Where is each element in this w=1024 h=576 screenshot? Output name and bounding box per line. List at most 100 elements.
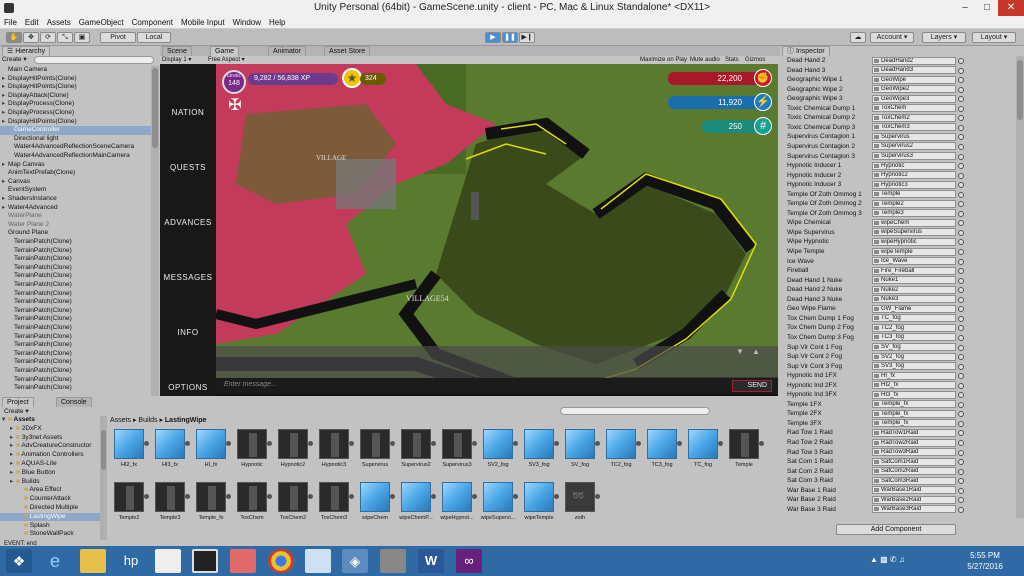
object-picker-icon[interactable] xyxy=(958,420,964,427)
menu-file[interactable]: File xyxy=(0,16,21,29)
hierarchy-item[interactable]: TerrainPatch(Clone) xyxy=(0,333,152,342)
asset-expand-icon[interactable] xyxy=(349,494,354,499)
hierarchy-item[interactable]: Water4AdvancedReflectionSceneCamera xyxy=(0,143,152,152)
inspector-object-field[interactable]: Temple_fx xyxy=(872,419,956,428)
object-picker-icon[interactable] xyxy=(958,77,964,84)
hierarchy-item[interactable]: TerrainPatch(Clone) xyxy=(0,376,152,385)
asset-item[interactable]: Hypnotic3 xyxy=(315,427,354,477)
tab-asset-store[interactable]: Asset Store xyxy=(324,46,371,56)
inspector-object-field[interactable]: Hypnotic2 xyxy=(872,171,956,180)
object-picker-icon[interactable] xyxy=(958,344,964,351)
hierarchy-item[interactable]: ▸ DisplayProcess(Clone) xyxy=(0,109,152,118)
hierarchy-item[interactable]: ▸ DisplayAttack(Clone) xyxy=(0,92,152,101)
asset-expand-icon[interactable] xyxy=(554,494,559,499)
inspector-object-field[interactable]: Supervirus xyxy=(872,132,956,141)
asset-item[interactable]: Temple2 xyxy=(110,480,149,530)
inspector-object-field[interactable]: DeadHand3 xyxy=(872,66,956,75)
game-app-icon[interactable] xyxy=(380,549,406,573)
inspector-object-field[interactable]: GW_Flame xyxy=(872,304,956,313)
inspector-object-field[interactable]: Supervirus3 xyxy=(872,152,956,160)
object-picker-icon[interactable] xyxy=(958,325,964,332)
asset-item[interactable]: SV3_fog xyxy=(520,427,559,477)
pivot-toggle[interactable]: Pivot xyxy=(100,32,136,43)
inspector-scrollbar[interactable] xyxy=(1016,56,1024,518)
object-picker-icon[interactable] xyxy=(958,334,964,341)
object-picker-icon[interactable] xyxy=(958,124,964,131)
hierarchy-item[interactable]: TerrainPatch(Clone) xyxy=(0,341,152,350)
move-tool-button[interactable]: ✥ xyxy=(23,32,39,43)
explorer-icon[interactable] xyxy=(80,549,106,573)
inspector-object-field[interactable]: HI_fx xyxy=(872,371,956,380)
object-picker-icon[interactable] xyxy=(958,459,964,466)
hierarchy-create-button[interactable]: Create ▾ xyxy=(2,56,30,64)
object-picker-icon[interactable] xyxy=(958,287,964,294)
hierarchy-item[interactable]: TerrainPatch(Clone) xyxy=(0,350,152,359)
object-picker-icon[interactable] xyxy=(958,373,964,380)
chrome-icon[interactable] xyxy=(268,549,294,573)
inspector-object-field[interactable]: ToxChem3 xyxy=(872,123,956,132)
asset-expand-icon[interactable] xyxy=(390,441,395,446)
inspector-object-field[interactable]: GeoWipe2 xyxy=(872,85,956,94)
stats-toggle[interactable]: Stats xyxy=(725,56,739,64)
object-picker-icon[interactable] xyxy=(958,182,964,189)
inspector-object-field[interactable]: Temple_fx xyxy=(872,400,956,409)
object-picker-icon[interactable] xyxy=(958,172,964,179)
object-picker-icon[interactable] xyxy=(958,201,964,208)
mouse-app-icon[interactable] xyxy=(155,549,181,573)
inspector-object-field[interactable]: SatCom1Raid xyxy=(872,457,956,466)
inspector-object-field[interactable]: wipeHypnotic xyxy=(872,237,956,246)
asset-expand-icon[interactable] xyxy=(390,494,395,499)
tray-icons[interactable]: ▲ ▩ ✆ ♫ xyxy=(870,555,942,567)
object-picker-icon[interactable] xyxy=(958,468,964,475)
asset-expand-icon[interactable] xyxy=(144,494,149,499)
asset-expand-icon[interactable] xyxy=(472,441,477,446)
hierarchy-item[interactable]: Ground Plane xyxy=(0,229,152,238)
hierarchy-item[interactable]: TerrainPatch(Clone) xyxy=(0,281,152,290)
object-picker-icon[interactable] xyxy=(958,191,964,198)
asset-item[interactable]: TC2_fog xyxy=(602,427,641,477)
asset-item[interactable]: ToxChem xyxy=(233,480,272,530)
asset-expand-icon[interactable] xyxy=(226,494,231,499)
asset-expand-icon[interactable] xyxy=(267,494,272,499)
menu-component[interactable]: Component xyxy=(128,16,177,29)
layout-dropdown[interactable]: Layout ▾ xyxy=(972,32,1016,43)
nav-advances-button[interactable]: ADVANCES xyxy=(160,218,216,227)
inspector-object-field[interactable]: Hypnotic3 xyxy=(872,180,956,189)
send-button[interactable]: SEND xyxy=(732,380,772,392)
inspector-object-field[interactable]: DeadHand2 xyxy=(872,56,956,65)
hierarchy-tab[interactable]: ☰ Hierarchy xyxy=(2,46,51,56)
nav-quests-button[interactable]: QUESTS xyxy=(160,163,216,172)
menu-mobile-input[interactable]: Mobile Input xyxy=(177,16,229,29)
tab-animator[interactable]: Animator xyxy=(268,46,307,56)
project-folder[interactable]: ■ Directed Multiple xyxy=(0,504,100,513)
asset-item[interactable]: Supervirus2 xyxy=(397,427,436,477)
asset-expand-icon[interactable] xyxy=(595,441,600,446)
object-picker-icon[interactable] xyxy=(958,430,964,437)
inspector-object-field[interactable]: RadTow2Raid xyxy=(872,438,956,447)
object-picker-icon[interactable] xyxy=(958,440,964,446)
object-picker-icon[interactable] xyxy=(958,143,964,150)
asset-item[interactable]: Hypnotic2 xyxy=(274,427,313,477)
project-folder[interactable]: ■ StoneWallPack xyxy=(0,530,100,539)
asset-item[interactable]: ∿ Temple_fx xyxy=(192,480,231,530)
asset-expand-icon[interactable] xyxy=(226,441,231,446)
asset-item[interactable]: ➿ zoth xyxy=(561,480,600,530)
hierarchy-item[interactable]: EventSystem xyxy=(0,186,152,195)
project-folder[interactable]: ▸ ■ Blue Button xyxy=(0,469,100,478)
object-picker-icon[interactable] xyxy=(958,105,964,112)
inspector-object-field[interactable]: wipeChem xyxy=(872,218,956,227)
project-create-button[interactable]: Create ▾ xyxy=(4,407,30,415)
asset-expand-icon[interactable] xyxy=(267,441,272,446)
inspector-object-field[interactable]: Temple2 xyxy=(872,199,956,208)
hierarchy-item[interactable]: GameController xyxy=(0,126,152,135)
hierarchy-item[interactable]: ▸ DisplayHitPoints(Clone) xyxy=(0,83,152,92)
hierarchy-item[interactable]: ▸ Water4Advanced xyxy=(0,204,152,213)
hierarchy-item[interactable]: TerrainPatch(Clone) xyxy=(0,384,152,393)
object-picker-icon[interactable] xyxy=(958,239,964,246)
tab-scene[interactable]: Scene xyxy=(162,46,192,56)
asset-item[interactable]: TC3_fog xyxy=(643,427,682,477)
hierarchy-item[interactable]: TerrainPatch(Clone) xyxy=(0,255,152,264)
clock-date[interactable]: 5/27/2016 xyxy=(955,562,1015,571)
hierarchy-item[interactable]: TerrainPatch(Clone) xyxy=(0,272,152,281)
display-dropdown[interactable]: Display 1 ▾ xyxy=(162,56,202,64)
